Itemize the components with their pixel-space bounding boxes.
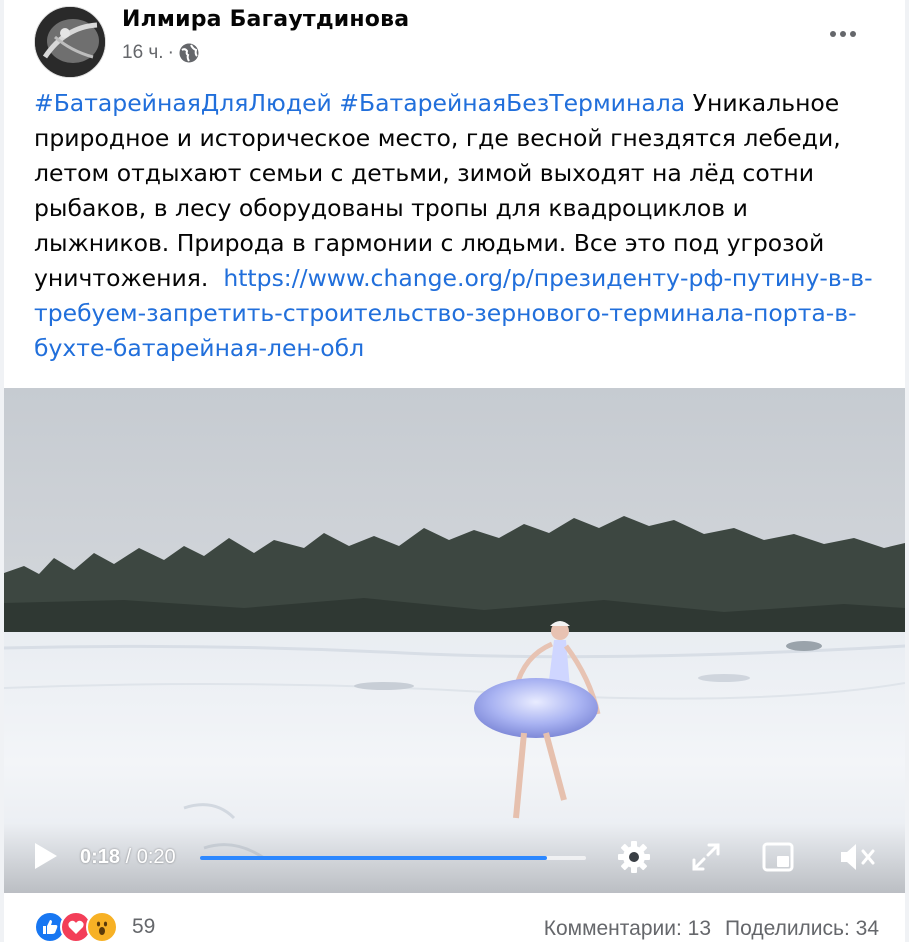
video-progress-bar[interactable] <box>200 856 586 860</box>
post-time[interactable]: 16 ч. <box>122 42 164 64</box>
more-options-icon[interactable] <box>821 18 865 50</box>
comments-count[interactable]: Комментарии: 13 <box>544 917 711 941</box>
post-meta: 16 ч. · <box>122 42 200 64</box>
post-text: #БатарейнаяДляЛюдей #БатарейнаяБезТермин… <box>34 86 874 366</box>
author-name[interactable]: Илмира Багаутдинова <box>122 7 409 32</box>
video-player[interactable]: 0:18 / 0:20 <box>4 388 905 893</box>
shares-count[interactable]: Поделились: 34 <box>725 917 879 941</box>
video-frame <box>4 388 905 893</box>
video-time-separator: / <box>120 846 137 868</box>
muted-speaker-icon[interactable] <box>837 839 875 875</box>
post-body: Уникальное природное и историческое мест… <box>34 89 841 292</box>
reactions-summary[interactable]: 59 <box>34 911 155 942</box>
reaction-count[interactable]: 59 <box>132 915 155 939</box>
avatar-image <box>35 7 105 77</box>
video-progress-fill <box>200 856 548 860</box>
meta-separator: · <box>167 42 174 63</box>
video-time: 0:18 / 0:20 <box>80 846 176 869</box>
picture-in-picture-icon[interactable] <box>760 839 796 875</box>
wow-icon <box>86 911 118 942</box>
play-icon[interactable] <box>32 841 60 871</box>
settings-gear-icon[interactable] <box>616 839 652 875</box>
post-card: Илмира Багаутдинова 16 ч. · #БатарейнаяД… <box>4 0 905 942</box>
globe-icon[interactable] <box>178 42 200 64</box>
post-header: Илмира Багаутдинова 16 ч. · <box>4 0 905 90</box>
post-footer: 59 Комментарии: 13 Поделились: 34 <box>4 893 905 942</box>
author-avatar[interactable] <box>34 6 106 78</box>
hashtag-link[interactable]: #БатарейнаяДляЛюдей <box>34 89 332 117</box>
video-current-time: 0:18 <box>80 846 121 868</box>
fullscreen-icon[interactable] <box>688 839 724 875</box>
hashtag-link[interactable]: #БатарейнаяБезТерминала <box>339 89 685 117</box>
video-duration: 0:20 <box>136 846 176 868</box>
video-controls: 0:18 / 0:20 <box>4 823 905 893</box>
post-stats: Комментарии: 13 Поделились: 34 <box>544 917 879 941</box>
